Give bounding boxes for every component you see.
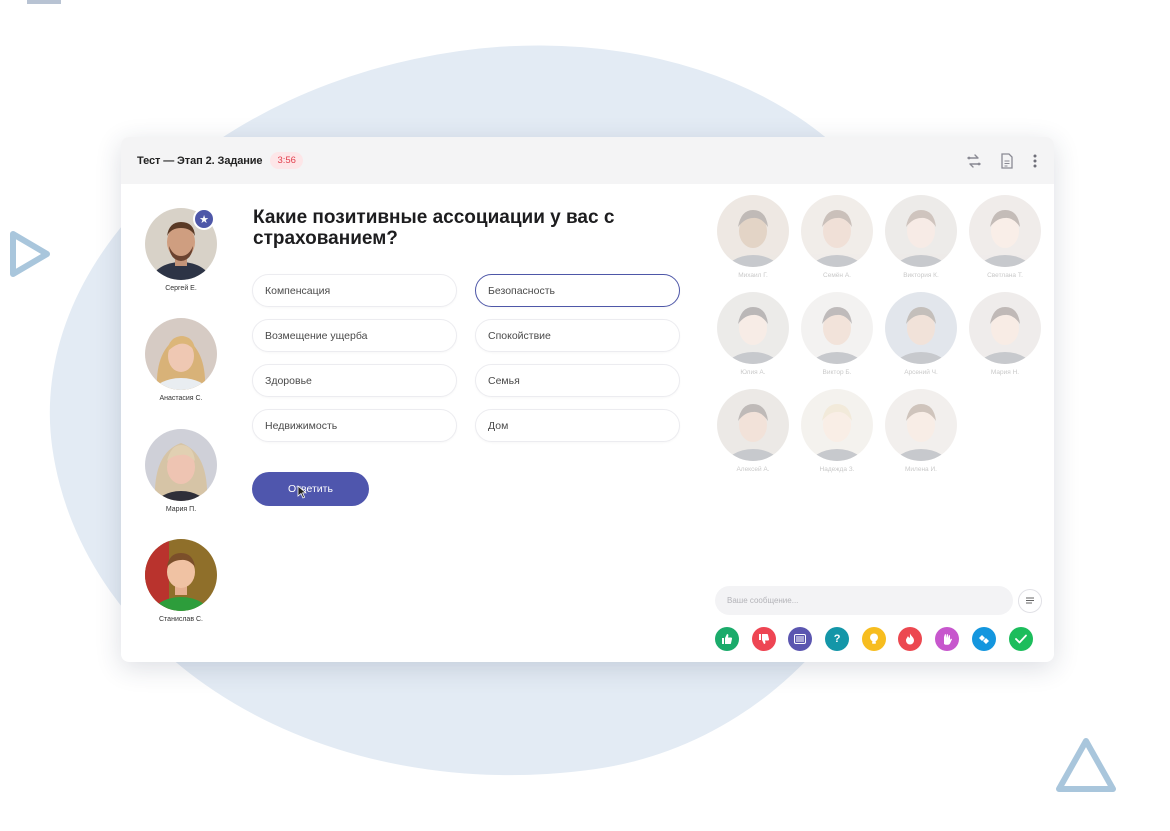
more-vertical-icon[interactable] <box>1032 153 1038 169</box>
participant-name: Мария П. <box>165 506 197 513</box>
hand-icon[interactable] <box>935 627 960 651</box>
mouse-cursor-icon <box>297 485 307 499</box>
participant-item[interactable]: Мария П. <box>141 429 221 513</box>
participant-name: Сергей Е. <box>165 285 197 292</box>
barcode-icon[interactable] <box>788 627 813 651</box>
handshake-icon[interactable] <box>971 627 996 651</box>
avatar <box>969 292 1041 364</box>
thumbs-up-icon[interactable] <box>715 627 739 651</box>
fire-icon[interactable] <box>898 627 923 651</box>
avatar <box>885 389 957 461</box>
title-toolbar <box>966 152 1038 169</box>
answer-option[interactable]: Дом <box>475 409 680 442</box>
page: Тест — Этап 2. Задание 3:56 ★ Сергей Е. … <box>0 0 1170 831</box>
participant-name: Виктор Б. <box>822 369 852 376</box>
participant-item[interactable]: Станислав С. <box>141 539 221 623</box>
avatar <box>145 318 217 390</box>
grid-participant[interactable]: Арсений Ч. <box>881 292 961 376</box>
chat-menu-button[interactable] <box>1018 589 1042 613</box>
avatar <box>717 292 789 364</box>
avatar <box>717 195 789 267</box>
participant-name: Светлана Т. <box>987 272 1023 279</box>
swap-icon[interactable] <box>966 153 982 169</box>
thumbs-down-icon[interactable] <box>751 627 776 651</box>
participant-name: Милена И. <box>905 466 937 473</box>
avatar <box>145 429 217 501</box>
grid-participant[interactable]: Милена И. <box>881 389 961 473</box>
lines-icon <box>1026 597 1034 604</box>
grid-participant[interactable]: Юлия А. <box>713 292 793 376</box>
triangle-left-icon <box>10 231 50 277</box>
submit-answer-button[interactable]: Ответить <box>252 472 369 506</box>
participant-name: Виктория К. <box>903 272 939 279</box>
grid-participant[interactable]: Михаил Г. <box>713 195 793 279</box>
avatar <box>801 389 873 461</box>
participant-name: Мария Н. <box>990 369 1020 376</box>
answer-option[interactable]: Компенсация <box>252 274 457 307</box>
answer-option[interactable]: Спокойствие <box>475 319 680 352</box>
avatar <box>145 539 217 611</box>
avatar <box>969 195 1041 267</box>
title-bar: Тест — Этап 2. Задание 3:56 <box>121 137 1054 184</box>
answer-option[interactable]: Возмещение ущерба <box>252 319 457 352</box>
question-icon[interactable]: ? <box>825 627 850 651</box>
participant-item[interactable]: Анастасия С. <box>141 318 221 402</box>
grid-participant[interactable]: Мария Н. <box>965 292 1045 376</box>
answer-option[interactable]: Недвижимость <box>252 409 457 442</box>
participant-name: Михаил Г. <box>738 272 768 279</box>
grid-participant[interactable]: Светлана Т. <box>965 195 1045 279</box>
triangle-bottom-right-icon <box>1056 738 1116 792</box>
star-icon: ★ <box>193 208 215 230</box>
answer-option-selected[interactable]: Безопасность <box>475 274 680 307</box>
avatar <box>717 389 789 461</box>
participant-name: Алексей А. <box>736 466 770 473</box>
question-title: Какие позитивные ассоциации у вас с стра… <box>253 207 615 249</box>
avatar <box>801 292 873 364</box>
timer-badge: 3:56 <box>270 152 303 169</box>
avatar <box>885 292 957 364</box>
answer-option[interactable]: Семья <box>475 364 680 397</box>
participant-name: Анастасия С. <box>159 395 203 402</box>
app-window: Тест — Этап 2. Задание 3:56 ★ Сергей Е. … <box>121 137 1054 662</box>
participant-name: Семён А. <box>823 272 851 279</box>
answer-option[interactable]: Здоровье <box>252 364 457 397</box>
document-icon[interactable] <box>1000 152 1014 169</box>
avatar <box>801 195 873 267</box>
check-icon[interactable] <box>1008 627 1033 651</box>
grid-participant[interactable]: Виктор Б. <box>797 292 877 376</box>
participant-item[interactable]: ★ Сергей Е. <box>141 208 221 292</box>
grid-participant[interactable]: Алексей А. <box>713 389 793 473</box>
participant-name: Станислав С. <box>159 616 203 623</box>
participant-name: Юлия А. <box>740 369 766 376</box>
avatar <box>885 195 957 267</box>
participant-name: Арсений Ч. <box>904 369 938 376</box>
reaction-bar: ? <box>715 627 1033 651</box>
corner-decoration <box>27 0 61 4</box>
grid-participant[interactable]: Семён А. <box>797 195 877 279</box>
grid-participant[interactable]: Виктория К. <box>881 195 961 279</box>
window-title: Тест — Этап 2. Задание <box>137 154 263 167</box>
participant-name: Надежда З. <box>819 466 855 473</box>
chat-message-input[interactable] <box>715 586 1013 615</box>
grid-participant[interactable]: Надежда З. <box>797 389 877 473</box>
lightbulb-icon[interactable] <box>861 627 886 651</box>
